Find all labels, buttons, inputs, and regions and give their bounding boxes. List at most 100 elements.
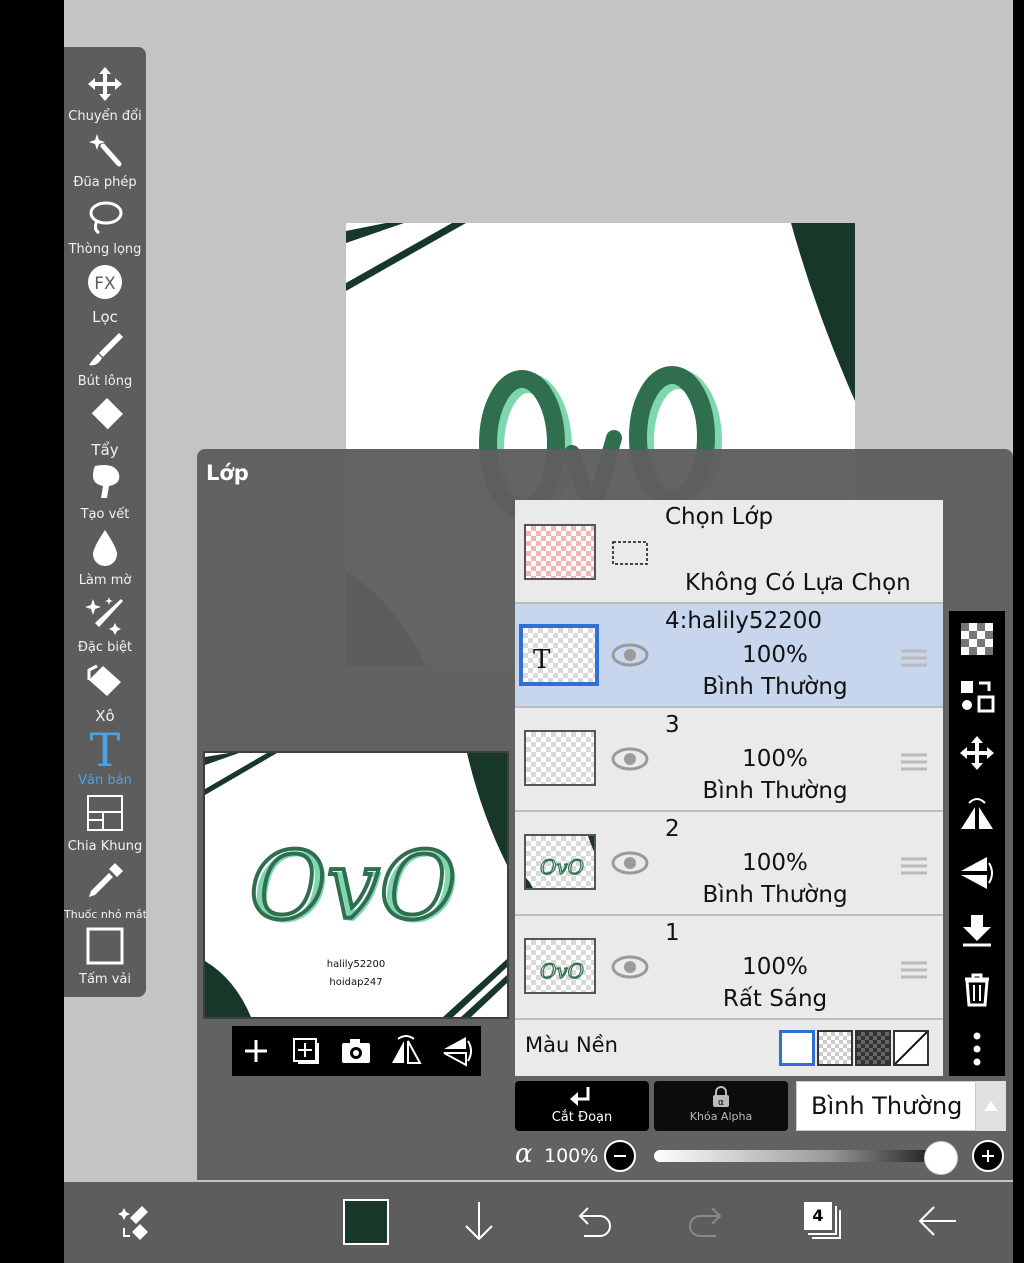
undo-icon[interactable]	[570, 1198, 616, 1244]
add-layer-copy-icon[interactable]	[286, 1031, 326, 1071]
drag-handle-icon[interactable]	[901, 960, 927, 980]
checker-new-layer-icon[interactable]	[959, 621, 995, 657]
layer-row-2[interactable]: OvO 2 100% Bình Thường	[515, 812, 943, 916]
primary-color-swatch[interactable]	[343, 1199, 389, 1245]
drag-handle-icon[interactable]	[901, 752, 927, 772]
tool-label: Đặc biệt	[77, 640, 133, 655]
lock-icon: α	[713, 1086, 729, 1108]
preview-toolbar	[232, 1026, 481, 1076]
text-icon: T	[90, 728, 121, 768]
bg-transparent-swatch[interactable]	[817, 1030, 853, 1066]
clipping-label: Cắt Đoạn	[551, 1110, 613, 1125]
canvas-preview[interactable]: OvO OvO halily52200 hoidap247	[203, 751, 509, 1019]
layer-name: 3	[665, 712, 680, 738]
svg-text:T: T	[533, 645, 551, 675]
trash-icon[interactable]	[959, 971, 995, 1007]
tool-canvas[interactable]: Tấm vải	[64, 927, 146, 993]
flip-vertical-icon[interactable]	[436, 1031, 476, 1071]
fx-filter-icon: FX	[88, 265, 122, 299]
more-vertical-icon[interactable]	[959, 1031, 995, 1067]
selection-marquee-icon	[612, 541, 648, 565]
layer-opacity: 100%	[742, 642, 808, 668]
selection-thumbnail	[524, 524, 596, 580]
move-icon	[88, 67, 122, 101]
alpha-symbol: α	[515, 1139, 533, 1169]
blur-drop-icon	[93, 530, 117, 566]
layer-count: 4	[812, 1206, 824, 1225]
drag-handle-icon[interactable]	[901, 856, 927, 876]
tool-label: Bút lông	[77, 374, 133, 389]
tool-eraser[interactable]: Tẩy	[64, 396, 146, 462]
back-arrow-icon[interactable]	[914, 1198, 960, 1244]
plus-icon	[982, 1150, 994, 1162]
layer-blend-mode: Bình Thường	[702, 882, 848, 908]
opacity-slider-knob[interactable]	[924, 1141, 958, 1175]
layer-blend-mode: Bình Thường	[702, 674, 848, 700]
tool-label: Làm mờ	[78, 573, 132, 588]
tool-blur[interactable]: Làm mờ	[64, 528, 146, 594]
frame-divider-icon	[87, 795, 123, 831]
layer-row-3[interactable]: 3 100% Bình Thường	[515, 708, 943, 812]
tool-brush[interactable]: Bút lông	[64, 329, 146, 395]
layer-thumbnail	[524, 730, 596, 786]
bucket-icon	[87, 664, 121, 696]
layer-row-1[interactable]: OvO 1 100% Rất Sáng	[515, 916, 943, 1020]
flip-horizontal-icon[interactable]	[386, 1031, 426, 1071]
redo-icon[interactable]	[684, 1198, 730, 1244]
tool-filter[interactable]: FX Lọc	[64, 263, 146, 329]
tool-label: Lọc	[92, 308, 118, 326]
tool-special[interactable]: Đặc biệt	[64, 595, 146, 661]
clipping-button[interactable]: Cắt Đoạn	[515, 1081, 649, 1131]
canvas-icon	[86, 927, 124, 965]
tool-magic-wand[interactable]: Đũa phép	[64, 130, 146, 196]
blend-mode-dropdown[interactable]	[976, 1081, 1006, 1131]
tool-text[interactable]: T Văn bản	[64, 728, 146, 794]
tool-transform[interactable]: Chuyển đổi	[64, 64, 146, 130]
add-layer-icon[interactable]	[236, 1031, 276, 1071]
visibility-eye-icon[interactable]	[611, 954, 649, 980]
alpha-lock-button[interactable]: α Khóa Alpha	[654, 1081, 788, 1131]
drag-handle-icon[interactable]	[901, 648, 927, 668]
opacity-increase-button[interactable]	[972, 1140, 1004, 1172]
tool-label: Đũa phép	[73, 175, 137, 190]
merge-down-icon[interactable]	[959, 913, 995, 949]
tool-frame-divider[interactable]: Chia Khung	[64, 794, 146, 860]
move-layer-icon[interactable]	[959, 735, 995, 771]
bg-dark-checker-swatch[interactable]	[855, 1030, 891, 1066]
selection-subtitle: Không Có Lựa Chọn	[685, 570, 911, 596]
selection-layer-row[interactable]: Chọn Lớp Không Có Lựa Chọn	[515, 500, 943, 604]
layer-transform-icon[interactable]	[959, 677, 995, 713]
tool-smudge[interactable]: Tạo vết	[64, 462, 146, 528]
bg-none-swatch[interactable]	[893, 1030, 929, 1066]
opacity-slider[interactable]	[654, 1150, 946, 1162]
brush-eraser-toggle-icon[interactable]	[114, 1198, 160, 1244]
app-root: Chuyển đổi Đũa phép Thòng lọng FX Lọc Bú…	[64, 0, 1013, 1263]
background-color-row: Màu Nền	[515, 1020, 943, 1076]
flip-layer-vertical-icon[interactable]	[959, 855, 995, 891]
layer-name: 2	[665, 816, 680, 842]
flip-layer-horizontal-icon[interactable]	[959, 795, 995, 831]
tool-eyedropper[interactable]: Thuốc nhỏ mắt	[64, 861, 147, 927]
layer-thumbnail: OvO	[524, 938, 596, 994]
arrow-down-icon[interactable]	[456, 1198, 502, 1244]
blend-mode-select[interactable]: Bình Thường	[796, 1081, 976, 1131]
visibility-eye-icon[interactable]	[611, 642, 649, 668]
tool-lasso[interactable]: Thòng lọng	[64, 197, 146, 263]
eyedropper-icon	[89, 863, 123, 897]
tool-label: Tẩy	[91, 441, 119, 459]
alpha-value: 100%	[544, 1145, 599, 1167]
preview-art-text: OvO	[249, 832, 456, 941]
visibility-eye-icon[interactable]	[611, 746, 649, 772]
layer-thumbnail: OvO	[524, 834, 596, 890]
camera-icon[interactable]	[336, 1031, 376, 1071]
visibility-eye-icon[interactable]	[611, 850, 649, 876]
tool-bucket[interactable]: Xô	[64, 662, 146, 728]
lasso-icon	[89, 201, 123, 235]
layer-row-4[interactable]: T 4:halily52200 100% Bình Thường	[515, 604, 943, 708]
bg-white-swatch[interactable]	[779, 1030, 815, 1066]
svg-text:T: T	[90, 728, 121, 768]
layers-count-button[interactable]: 4	[800, 1198, 846, 1244]
eraser-icon	[90, 398, 123, 431]
clipping-arrow-icon	[570, 1087, 590, 1106]
opacity-decrease-button[interactable]	[604, 1140, 636, 1172]
